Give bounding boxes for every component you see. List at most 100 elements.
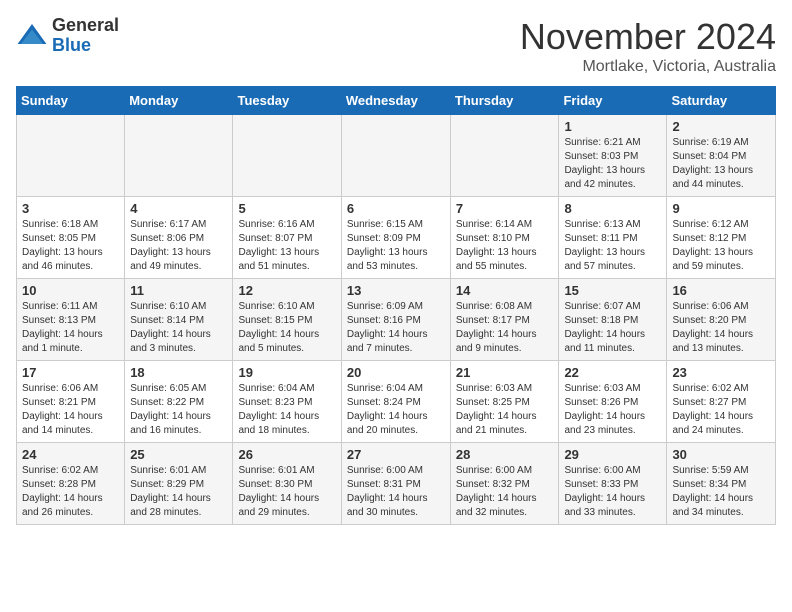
day-number: 22 [564, 365, 661, 380]
day-info: Sunrise: 6:00 AMSunset: 8:31 PMDaylight:… [347, 465, 428, 518]
day-number: 23 [672, 365, 770, 380]
day-number: 3 [22, 201, 119, 216]
calendar-week-row: 17 Sunrise: 6:06 AMSunset: 8:21 PMDaylig… [17, 361, 776, 443]
day-info: Sunrise: 6:19 AMSunset: 8:04 PMDaylight:… [672, 137, 753, 190]
calendar-cell: 19 Sunrise: 6:04 AMSunset: 8:23 PMDaylig… [233, 361, 341, 443]
calendar-cell: 7 Sunrise: 6:14 AMSunset: 8:10 PMDayligh… [450, 197, 559, 279]
day-info: Sunrise: 6:06 AMSunset: 8:20 PMDaylight:… [672, 301, 753, 354]
day-info: Sunrise: 6:12 AMSunset: 8:12 PMDaylight:… [672, 219, 753, 272]
logo-text: General Blue [52, 16, 119, 56]
day-number: 2 [672, 119, 770, 134]
day-number: 9 [672, 201, 770, 216]
day-info: Sunrise: 6:18 AMSunset: 8:05 PMDaylight:… [22, 219, 103, 272]
calendar-cell: 1 Sunrise: 6:21 AMSunset: 8:03 PMDayligh… [559, 115, 667, 197]
day-number: 11 [130, 283, 227, 298]
calendar-cell: 16 Sunrise: 6:06 AMSunset: 8:20 PMDaylig… [667, 279, 776, 361]
day-info: Sunrise: 6:11 AMSunset: 8:13 PMDaylight:… [22, 301, 103, 354]
logo-general: General [52, 16, 119, 36]
day-info: Sunrise: 6:13 AMSunset: 8:11 PMDaylight:… [564, 219, 645, 272]
day-info: Sunrise: 6:10 AMSunset: 8:14 PMDaylight:… [130, 301, 211, 354]
calendar-cell: 22 Sunrise: 6:03 AMSunset: 8:26 PMDaylig… [559, 361, 667, 443]
day-info: Sunrise: 6:16 AMSunset: 8:07 PMDaylight:… [238, 219, 319, 272]
logo-icon [16, 20, 48, 52]
calendar-cell: 8 Sunrise: 6:13 AMSunset: 8:11 PMDayligh… [559, 197, 667, 279]
day-info: Sunrise: 6:08 AMSunset: 8:17 PMDaylight:… [456, 301, 537, 354]
day-info: Sunrise: 6:02 AMSunset: 8:27 PMDaylight:… [672, 383, 753, 436]
day-info: Sunrise: 6:03 AMSunset: 8:25 PMDaylight:… [456, 383, 537, 436]
day-info: Sunrise: 6:07 AMSunset: 8:18 PMDaylight:… [564, 301, 645, 354]
day-info: Sunrise: 6:00 AMSunset: 8:32 PMDaylight:… [456, 465, 537, 518]
col-header-friday: Friday [559, 87, 667, 115]
day-number: 24 [22, 447, 119, 462]
page-header: General Blue November 2024 Mortlake, Vic… [16, 16, 776, 76]
calendar-cell: 27 Sunrise: 6:00 AMSunset: 8:31 PMDaylig… [341, 443, 450, 525]
day-info: Sunrise: 6:14 AMSunset: 8:10 PMDaylight:… [456, 219, 537, 272]
calendar-cell: 11 Sunrise: 6:10 AMSunset: 8:14 PMDaylig… [125, 279, 233, 361]
day-info: Sunrise: 6:00 AMSunset: 8:33 PMDaylight:… [564, 465, 645, 518]
calendar-cell: 15 Sunrise: 6:07 AMSunset: 8:18 PMDaylig… [559, 279, 667, 361]
col-header-wednesday: Wednesday [341, 87, 450, 115]
day-number: 14 [456, 283, 554, 298]
day-info: Sunrise: 6:01 AMSunset: 8:29 PMDaylight:… [130, 465, 211, 518]
calendar-cell: 26 Sunrise: 6:01 AMSunset: 8:30 PMDaylig… [233, 443, 341, 525]
logo: General Blue [16, 16, 119, 56]
calendar-cell: 20 Sunrise: 6:04 AMSunset: 8:24 PMDaylig… [341, 361, 450, 443]
calendar-cell: 6 Sunrise: 6:15 AMSunset: 8:09 PMDayligh… [341, 197, 450, 279]
calendar-cell: 18 Sunrise: 6:05 AMSunset: 8:22 PMDaylig… [125, 361, 233, 443]
calendar-cell: 9 Sunrise: 6:12 AMSunset: 8:12 PMDayligh… [667, 197, 776, 279]
day-number: 13 [347, 283, 445, 298]
day-number: 8 [564, 201, 661, 216]
day-info: Sunrise: 6:06 AMSunset: 8:21 PMDaylight:… [22, 383, 103, 436]
col-header-tuesday: Tuesday [233, 87, 341, 115]
calendar-cell [341, 115, 450, 197]
calendar-week-row: 10 Sunrise: 6:11 AMSunset: 8:13 PMDaylig… [17, 279, 776, 361]
col-header-saturday: Saturday [667, 87, 776, 115]
day-number: 19 [238, 365, 335, 380]
day-info: Sunrise: 6:15 AMSunset: 8:09 PMDaylight:… [347, 219, 428, 272]
calendar-cell: 12 Sunrise: 6:10 AMSunset: 8:15 PMDaylig… [233, 279, 341, 361]
calendar-cell: 28 Sunrise: 6:00 AMSunset: 8:32 PMDaylig… [450, 443, 559, 525]
month-title: November 2024 [520, 16, 776, 58]
day-number: 25 [130, 447, 227, 462]
calendar-cell: 21 Sunrise: 6:03 AMSunset: 8:25 PMDaylig… [450, 361, 559, 443]
calendar-cell: 5 Sunrise: 6:16 AMSunset: 8:07 PMDayligh… [233, 197, 341, 279]
calendar-cell [17, 115, 125, 197]
calendar-week-row: 1 Sunrise: 6:21 AMSunset: 8:03 PMDayligh… [17, 115, 776, 197]
calendar-cell: 13 Sunrise: 6:09 AMSunset: 8:16 PMDaylig… [341, 279, 450, 361]
day-info: Sunrise: 6:04 AMSunset: 8:24 PMDaylight:… [347, 383, 428, 436]
calendar-cell: 4 Sunrise: 6:17 AMSunset: 8:06 PMDayligh… [125, 197, 233, 279]
day-info: Sunrise: 6:04 AMSunset: 8:23 PMDaylight:… [238, 383, 319, 436]
calendar-cell: 24 Sunrise: 6:02 AMSunset: 8:28 PMDaylig… [17, 443, 125, 525]
day-number: 16 [672, 283, 770, 298]
day-number: 21 [456, 365, 554, 380]
day-number: 7 [456, 201, 554, 216]
calendar-cell: 29 Sunrise: 6:00 AMSunset: 8:33 PMDaylig… [559, 443, 667, 525]
calendar-cell: 23 Sunrise: 6:02 AMSunset: 8:27 PMDaylig… [667, 361, 776, 443]
calendar-cell: 10 Sunrise: 6:11 AMSunset: 8:13 PMDaylig… [17, 279, 125, 361]
col-header-monday: Monday [125, 87, 233, 115]
calendar-table: SundayMondayTuesdayWednesdayThursdayFrid… [16, 86, 776, 525]
day-number: 18 [130, 365, 227, 380]
day-number: 4 [130, 201, 227, 216]
calendar-cell [450, 115, 559, 197]
calendar-week-row: 3 Sunrise: 6:18 AMSunset: 8:05 PMDayligh… [17, 197, 776, 279]
location-title: Mortlake, Victoria, Australia [520, 58, 776, 76]
col-header-sunday: Sunday [17, 87, 125, 115]
day-info: Sunrise: 6:17 AMSunset: 8:06 PMDaylight:… [130, 219, 211, 272]
calendar-cell [233, 115, 341, 197]
day-number: 5 [238, 201, 335, 216]
day-info: Sunrise: 6:09 AMSunset: 8:16 PMDaylight:… [347, 301, 428, 354]
day-number: 27 [347, 447, 445, 462]
calendar-cell: 30 Sunrise: 5:59 AMSunset: 8:34 PMDaylig… [667, 443, 776, 525]
day-info: Sunrise: 6:03 AMSunset: 8:26 PMDaylight:… [564, 383, 645, 436]
calendar-cell: 3 Sunrise: 6:18 AMSunset: 8:05 PMDayligh… [17, 197, 125, 279]
day-number: 30 [672, 447, 770, 462]
day-number: 17 [22, 365, 119, 380]
day-info: Sunrise: 6:05 AMSunset: 8:22 PMDaylight:… [130, 383, 211, 436]
day-info: Sunrise: 5:59 AMSunset: 8:34 PMDaylight:… [672, 465, 753, 518]
day-number: 6 [347, 201, 445, 216]
day-number: 29 [564, 447, 661, 462]
calendar-cell: 2 Sunrise: 6:19 AMSunset: 8:04 PMDayligh… [667, 115, 776, 197]
title-block: November 2024 Mortlake, Victoria, Austra… [520, 16, 776, 76]
calendar-header-row: SundayMondayTuesdayWednesdayThursdayFrid… [17, 87, 776, 115]
